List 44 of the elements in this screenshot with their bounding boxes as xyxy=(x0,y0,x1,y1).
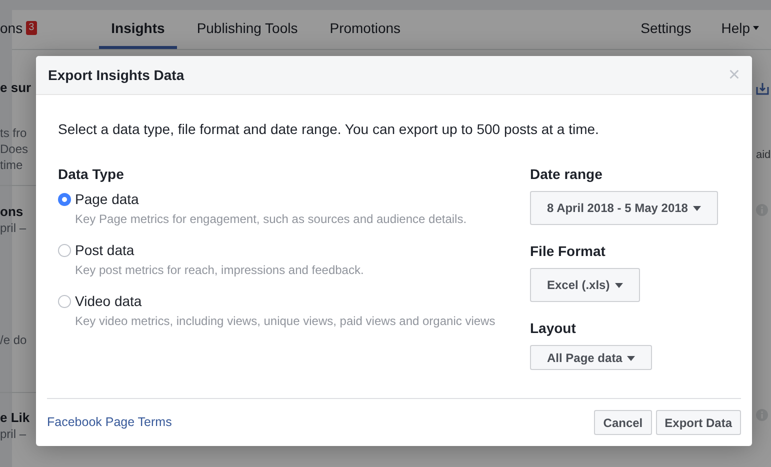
dialog-title: Export Insights Data xyxy=(48,66,184,85)
body-text: pril – xyxy=(0,426,28,442)
dropdown-button[interactable]: 8 April 2018 - 5 May 2018 xyxy=(530,191,718,225)
radio-option[interactable]: Page data xyxy=(58,189,530,210)
info-icon xyxy=(756,204,768,216)
radio-button[interactable] xyxy=(58,295,71,308)
option-description: Key Page metrics for engagement, such as sources and audience details. xyxy=(75,211,468,228)
cancel-button[interactable]: Cancel xyxy=(594,410,652,435)
option-description: Key video metrics, including views, unique views, paid views and organic views xyxy=(75,313,496,330)
nav-tab[interactable]: Publishing Tools xyxy=(184,10,310,49)
instructions-text: Select a data type, file format and date range. You can export up to 500 posts at a time. xyxy=(58,120,600,139)
body-text: time xyxy=(0,157,24,173)
dropdown-button[interactable]: All Page data xyxy=(530,345,652,370)
nav-link[interactable]: Help xyxy=(709,10,771,49)
section-heading: ons xyxy=(0,204,24,220)
body-text: Does xyxy=(0,141,30,157)
export-button[interactable]: Export Data xyxy=(656,410,741,435)
info-icon xyxy=(756,409,768,421)
radio-button[interactable] xyxy=(58,193,71,206)
dropdown-button[interactable]: Excel (.xls) xyxy=(530,268,640,302)
section-heading: e Lik xyxy=(0,410,31,426)
radio-option[interactable]: Video data xyxy=(58,291,530,312)
field-label: File Format xyxy=(530,242,606,261)
caret-icon xyxy=(627,356,636,361)
column-header: aid xyxy=(756,148,771,163)
nav-tab[interactable]: ons 3 xyxy=(0,10,50,49)
body-text: pril – xyxy=(0,220,28,236)
nav-link[interactable]: Settings xyxy=(628,10,704,49)
caret-icon xyxy=(614,283,623,288)
field-label: Data Type xyxy=(58,165,125,184)
field-label: Layout xyxy=(530,319,577,338)
download-icon xyxy=(756,82,769,95)
nav-tab[interactable]: Insights xyxy=(99,10,177,49)
section-heading: e sur xyxy=(0,80,32,96)
body-text: ts fro xyxy=(0,125,28,141)
caret-icon xyxy=(692,206,701,212)
radio-button[interactable] xyxy=(58,244,71,257)
body-text: /e do xyxy=(0,332,28,348)
option-description: Key post metrics for reach, impressions and feedback. xyxy=(75,262,365,279)
radio-option[interactable]: Post data xyxy=(58,240,530,261)
terms-link[interactable]: Facebook Page Terms xyxy=(47,413,172,432)
field-label: Date range xyxy=(530,165,604,184)
nav-tab[interactable]: Promotions xyxy=(318,10,413,49)
notification-badge: 3 xyxy=(26,21,38,35)
